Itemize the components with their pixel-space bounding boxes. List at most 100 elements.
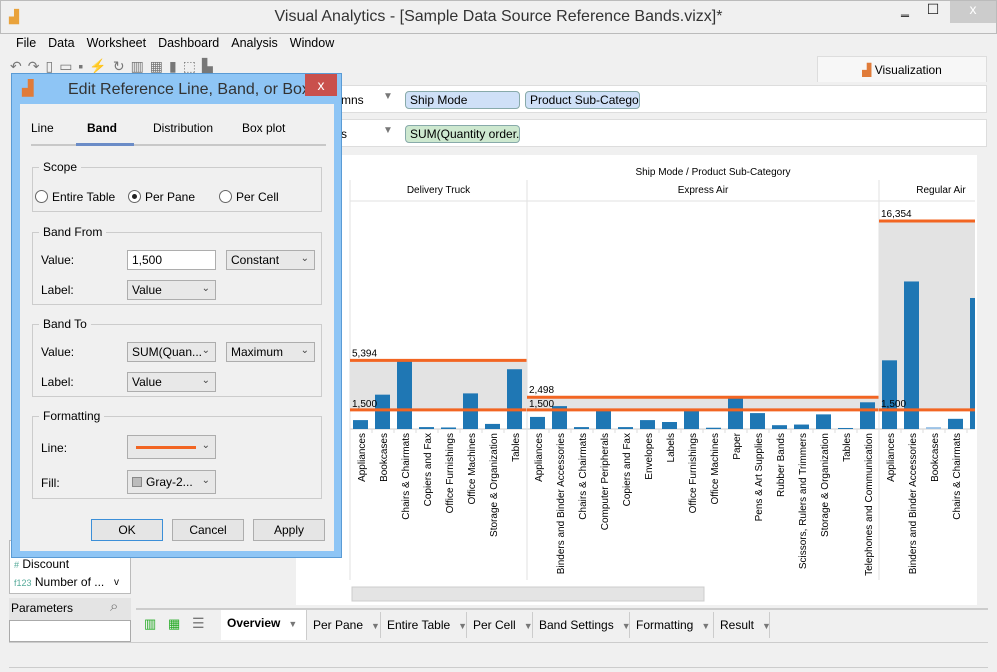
- tab-distribution[interactable]: Distribution: [153, 121, 213, 135]
- minimize-button[interactable]: ‗: [891, 1, 919, 23]
- tab-band[interactable]: Band: [87, 121, 117, 135]
- category-label: Computer Peripherals: [600, 433, 611, 530]
- sheet-tab-band-settings[interactable]: Band Settings ▼: [533, 612, 631, 638]
- chevron-down-icon[interactable]: ▼: [383, 91, 393, 102]
- pill-ship-mode[interactable]: Ship Mode: [405, 91, 520, 109]
- sheet-tab-formatting[interactable]: Formatting ▼: [630, 612, 714, 638]
- bar: [948, 418, 963, 429]
- chevron-down-icon[interactable]: ▼: [524, 621, 533, 631]
- field-item[interactable]: f123 Number of ...: [14, 575, 104, 589]
- category-label: Telephones and Communication: [864, 433, 875, 576]
- search-icon[interactable]: ⌕: [110, 598, 118, 615]
- connect-icon[interactable]: ⚡: [89, 58, 112, 74]
- category-label: Storage & Organization: [489, 433, 500, 537]
- bar: [904, 281, 919, 429]
- horizontal-scrollbar[interactable]: [351, 586, 705, 602]
- sheet-tab-result[interactable]: Result ▼: [714, 612, 771, 638]
- new-sheet-icon[interactable]: ▥: [131, 58, 150, 74]
- chart-icon[interactable]: ▮: [169, 58, 183, 74]
- presentation-icon[interactable]: ▙: [202, 58, 219, 74]
- menu-worksheet[interactable]: Worksheet: [87, 36, 147, 50]
- band-to-value-dropdown[interactable]: SUM(Quan... ⌄: [127, 342, 216, 362]
- open-icon[interactable]: ▭: [59, 58, 78, 74]
- chevron-down-icon[interactable]: ▼: [371, 621, 380, 631]
- band-to-label-dropdown[interactable]: Value ⌄: [127, 372, 216, 392]
- band-from-aggregation-dropdown[interactable]: Constant ⌄: [226, 250, 315, 270]
- tab-visualization[interactable]: ▟ Visualization: [817, 56, 987, 82]
- sheet-tab-per-cell[interactable]: Per Cell ▼: [467, 612, 533, 638]
- sheet-tab-entire-table[interactable]: Entire Table ▼: [381, 612, 467, 638]
- band-to-aggregation-dropdown[interactable]: Maximum ⌄: [226, 342, 315, 362]
- sheet-list-icon[interactable]: ☰: [192, 615, 205, 632]
- band-from-legend: Band From: [43, 225, 103, 239]
- line-style-dropdown[interactable]: ⌄: [127, 435, 216, 459]
- chevron-down-icon[interactable]: ▼: [383, 125, 393, 136]
- menu-window[interactable]: Window: [290, 36, 334, 50]
- pill-product-sub-category[interactable]: Product Sub-Category: [525, 91, 640, 109]
- category-label: Appliances: [534, 433, 545, 482]
- new-worksheet-icon[interactable]: ▥: [144, 616, 156, 632]
- menu-analysis[interactable]: Analysis: [231, 36, 278, 50]
- bar: [728, 397, 743, 429]
- bar: [750, 413, 765, 429]
- chevron-down-icon[interactable]: ▼: [701, 621, 710, 631]
- apply-button[interactable]: Apply: [253, 519, 325, 541]
- bar: [375, 394, 390, 429]
- save-icon[interactable]: ▪: [78, 58, 89, 74]
- cancel-button[interactable]: Cancel: [172, 519, 244, 541]
- fill-dropdown[interactable]: Gray-2... ⌄: [127, 470, 216, 494]
- bar: [640, 420, 655, 429]
- parameters-label: Parameters: [11, 601, 74, 615]
- maximize-button[interactable]: ☐: [919, 1, 947, 23]
- status-bar: [9, 642, 988, 668]
- band-to-legend: Band To: [43, 317, 87, 331]
- band-from-label-dropdown[interactable]: Value ⌄: [127, 280, 216, 300]
- dialog-title: Edit Reference Line, Band, or Box: [68, 81, 310, 98]
- menu-file[interactable]: File: [16, 36, 36, 50]
- radio-per-pane[interactable]: Per Pane: [128, 190, 195, 204]
- bar: [706, 427, 721, 429]
- line-label: Line:: [41, 441, 68, 455]
- band-from-group: Band From Value: 1,500 Constant ⌄ Label: …: [32, 225, 322, 305]
- bar: [419, 427, 434, 429]
- chevron-down-icon: ⌄: [201, 440, 210, 451]
- close-button[interactable]: x: [950, 1, 996, 23]
- bar: [662, 422, 677, 429]
- dialog-close-button[interactable]: x: [305, 74, 337, 96]
- bar: [772, 425, 787, 429]
- undo-icon[interactable]: ↶: [10, 58, 28, 74]
- ok-button[interactable]: OK: [91, 519, 163, 541]
- sheet-tab-per-pane[interactable]: Per Pane ▼: [307, 612, 381, 638]
- scope-legend: Scope: [43, 160, 78, 174]
- fit-icon[interactable]: ⬚: [183, 58, 202, 74]
- bar: [530, 416, 545, 429]
- category-label: Pens & Art Supplies: [754, 433, 765, 521]
- menu-data[interactable]: Data: [48, 36, 74, 50]
- sheet-tab-overview[interactable]: Overview ▼: [221, 610, 307, 640]
- bar: [882, 360, 897, 429]
- bar: [574, 427, 589, 429]
- band-from-value-input[interactable]: 1,500: [127, 250, 216, 270]
- new-icon[interactable]: ▯: [45, 58, 59, 74]
- sheet-tabs: ▥ ▦ ☰ Overview ▼ Per Pane ▼ Entire Table ▼ Per…: [136, 608, 988, 640]
- radio-per-cell[interactable]: Per Cell: [219, 190, 279, 204]
- redo-icon[interactable]: ↷: [28, 58, 46, 74]
- bar: [838, 427, 853, 429]
- pill-sum-quantity[interactable]: SUM(Quantity order...: [405, 125, 520, 143]
- chevron-down-icon[interactable]: ▼: [762, 621, 771, 631]
- band-to-label: 2,498: [529, 385, 554, 396]
- menu-dashboard[interactable]: Dashboard: [158, 36, 219, 50]
- tab-box-plot[interactable]: Box plot: [242, 121, 285, 135]
- bar: [794, 424, 809, 429]
- chevron-down-icon[interactable]: ▼: [458, 621, 467, 631]
- radio-entire-table[interactable]: Entire Table: [35, 190, 115, 204]
- scroll-down-icon[interactable]: v: [114, 577, 119, 588]
- new-dashboard-icon[interactable]: ▦: [150, 58, 169, 74]
- tab-line[interactable]: Line: [31, 121, 54, 135]
- chevron-down-icon[interactable]: ▼: [288, 619, 297, 629]
- new-dashboard-icon[interactable]: ▦: [168, 616, 180, 632]
- refresh-icon[interactable]: ↻: [113, 58, 131, 74]
- parameters-search-input[interactable]: [9, 620, 131, 642]
- chevron-down-icon: ⌄: [201, 475, 210, 486]
- field-item[interactable]: # Discount: [14, 557, 69, 571]
